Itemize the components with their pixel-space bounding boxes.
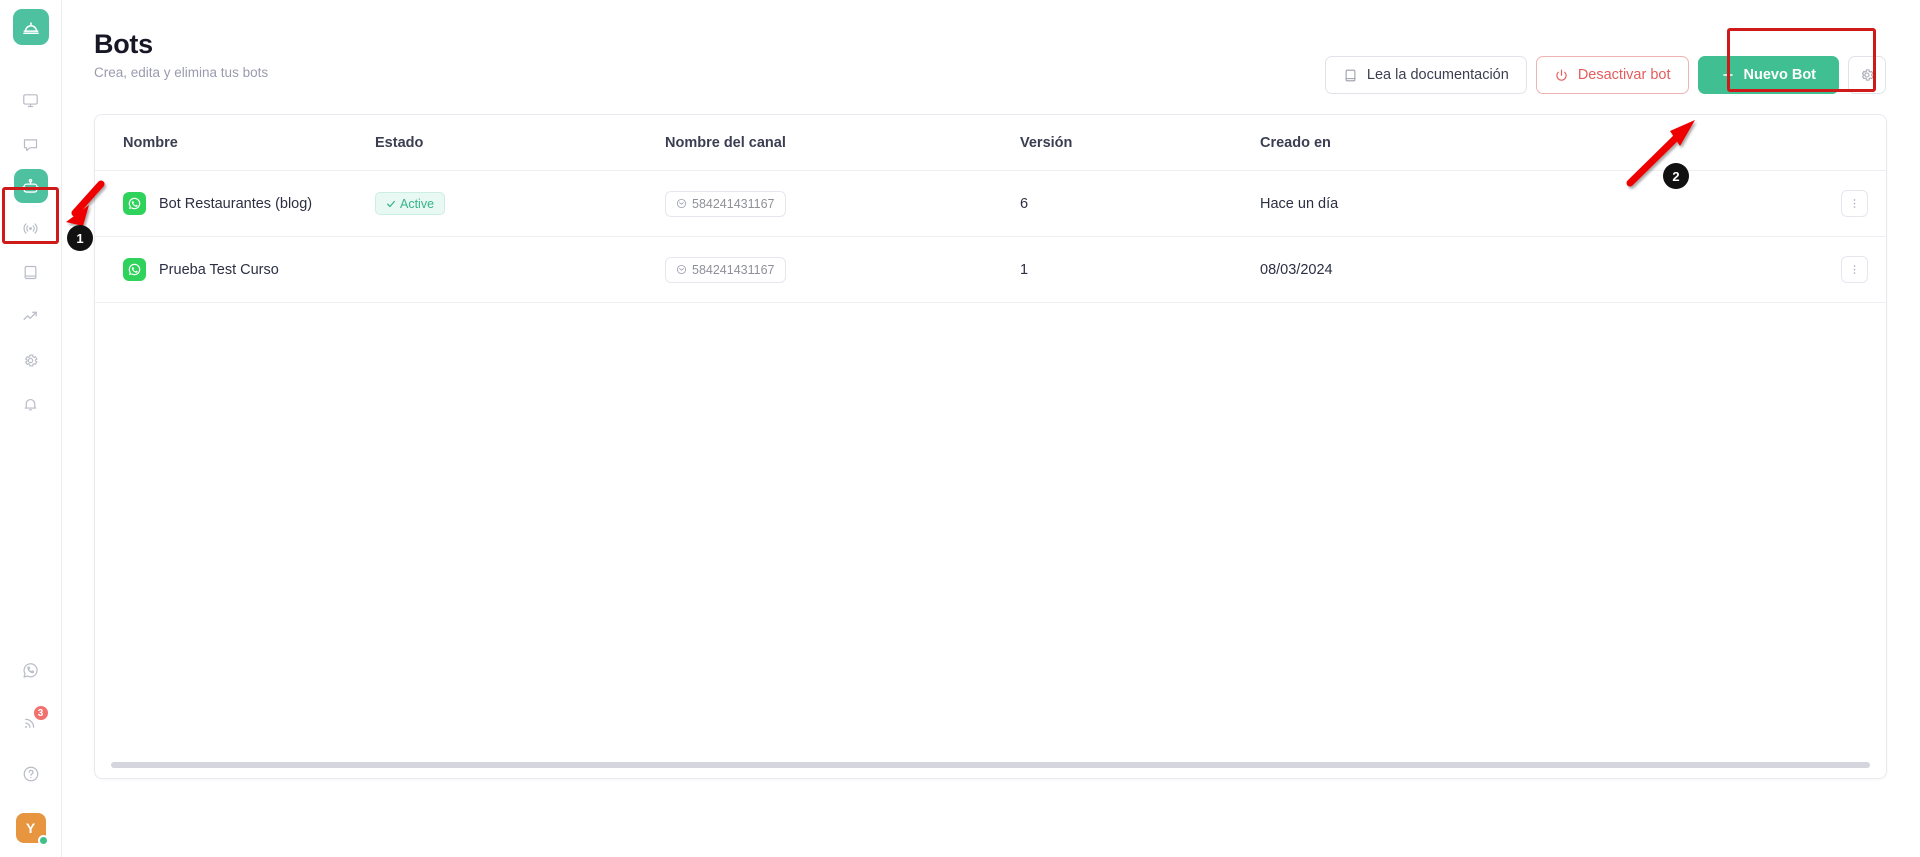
power-icon [1556,69,1567,81]
monitor-icon [23,93,38,107]
table-head: Nombre Estado Nombre del canal Versión C… [95,115,1886,171]
help-icon [23,766,38,782]
read-documentation-button[interactable]: Lea la documentación [1324,56,1527,94]
whatsapp-icon [123,258,146,281]
cell-creado: 08/03/2024 [1260,236,1680,303]
sidebar-item-bots[interactable] [13,169,48,203]
bell-icon [24,398,37,410]
whatsapp-icon [23,662,38,678]
book-icon [1345,69,1356,81]
whatsapp-glyph-icon [128,263,141,276]
main-content: Bots Crea, edita y elimina tus bots Lea … [62,0,1920,857]
horizontal-scrollbar[interactable] [111,762,1870,768]
bot-name: Bot Restaurantes (blog) [159,195,313,212]
cell-canal: 584241431167 [665,236,1020,303]
channel-badge: 584241431167 [665,256,786,283]
app-logo[interactable] [12,9,49,45]
sidebar-item-broadcast[interactable] [12,209,50,247]
sidebar-item-help[interactable] [12,755,50,793]
kebab-menu-icon [1853,199,1856,208]
bots-table: Nombre Estado Nombre del canal Versión C… [95,115,1886,303]
column-header-estado[interactable]: Estado [375,115,665,171]
table-row[interactable]: Bot Restaurantes (blog) Active 584241431… [95,170,1886,237]
sidebar-item-updates[interactable]: 3 [12,703,50,741]
channel-badge: 584241431167 [665,190,786,217]
cell-creado: Hace un día [1260,170,1680,237]
row-menu-button[interactable] [1841,190,1868,217]
cell-nombre: Bot Restaurantes (blog) [95,170,375,237]
avatar[interactable]: Y [15,813,49,846]
check-icon [387,200,395,207]
robot-icon [22,178,39,193]
broadcast-icon [23,222,38,234]
app-root: 3 Y Bots Crea, edita y elimina tus bots [0,0,1920,857]
cell-version: 1 [1020,236,1260,303]
whatsapp-glyph-icon [128,197,141,210]
avatar-initial: Y [25,820,36,836]
column-header-creado[interactable]: Creado en [1260,115,1680,171]
bots-table-card: Nombre Estado Nombre del canal Versión C… [94,114,1887,779]
status-label: Active [400,196,435,211]
kebab-menu-icon [1853,265,1856,274]
inbox-icon [676,198,687,209]
deactivate-bot-label: Desactivar bot [1577,67,1671,83]
inbox-icon [676,264,687,275]
channel-name: 584241431167 [692,262,775,277]
sidebar-item-chats[interactable] [12,125,50,163]
cell-estado [375,236,665,303]
service-bell-icon [22,22,39,34]
sidebar-item-whatsapp[interactable] [12,651,50,689]
plus-icon [1722,70,1733,80]
sidebar-item-notifications[interactable] [12,385,50,423]
sidebar-item-analytics[interactable] [12,297,50,335]
cell-canal: 584241431167 [665,170,1020,237]
channel-name: 584241431167 [692,196,775,211]
column-header-canal[interactable]: Nombre del canal [665,115,1020,171]
avatar-status-dot [37,835,49,846]
cell-nombre: Prueba Test Curso [95,236,375,303]
new-bot-label: Nuevo Bot [1743,67,1817,83]
table-row[interactable]: Prueba Test Curso 584241431167 1 08/03/2… [95,236,1886,303]
book-icon [24,265,37,279]
cell-actions [1680,236,1886,303]
cell-estado: Active [375,170,665,237]
table-body: Bot Restaurantes (blog) Active 584241431… [95,170,1886,303]
column-header-version[interactable]: Versión [1020,115,1260,171]
sidebar-item-knowledge[interactable] [12,253,50,291]
analytics-icon [23,311,37,320]
read-documentation-label: Lea la documentación [1366,67,1509,83]
column-header-actions [1680,115,1886,171]
sidebar-item-settings[interactable] [12,341,50,379]
page-header: Bots Crea, edita y elimina tus bots Lea … [94,28,1886,96]
header-actions: Lea la documentación Desactivar bot Nuev… [1324,56,1886,94]
table-header-row: Nombre Estado Nombre del canal Versión C… [95,115,1886,171]
chat-icon [23,138,38,151]
gear-icon [1861,69,1874,81]
sidebar: 3 Y [0,0,62,857]
gear-icon [25,353,38,367]
row-menu-button[interactable] [1841,256,1868,283]
cell-version: 6 [1020,170,1260,237]
new-bot-button[interactable]: Nuevo Bot [1697,56,1839,94]
sidebar-item-monitor[interactable] [12,81,50,119]
deactivate-bot-button[interactable]: Desactivar bot [1535,56,1689,94]
bot-name: Prueba Test Curso [159,261,279,278]
status-badge: Active [375,192,446,215]
updates-badge: 3 [32,705,49,721]
whatsapp-icon [123,192,146,215]
settings-button[interactable] [1848,56,1886,94]
cell-actions [1680,170,1886,237]
column-header-nombre[interactable]: Nombre [95,115,375,171]
